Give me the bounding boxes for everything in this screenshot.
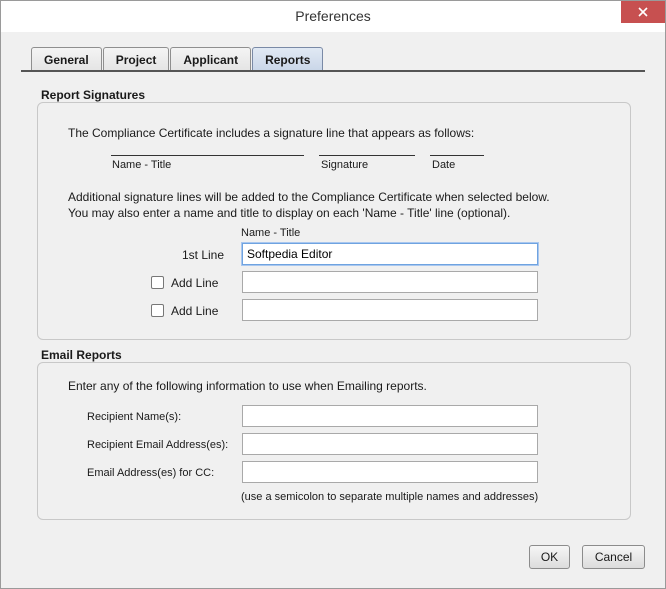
additional-lines-text-2: You may also enter a name and title to d… [68,206,511,220]
title-bar: Preferences [1,1,665,32]
tab-strip: General Project Applicant Reports [31,47,324,71]
preferences-window: Preferences General Project Applicant Re… [0,0,666,589]
tab-project[interactable]: Project [102,47,170,71]
add-line-2-input[interactable] [242,299,538,321]
ok-button[interactable]: OK [529,545,570,569]
sample-signature-label: Signature [321,159,369,171]
email-reports-heading: Email Reports [41,348,122,362]
recipient-names-label: Recipient Name(s): [87,411,182,423]
cancel-button[interactable]: Cancel [582,545,645,569]
tab-general[interactable]: General [31,47,102,71]
sample-name-title-line [111,155,304,156]
sample-signature-line [319,155,415,156]
signature-intro-text: The Compliance Certificate includes a si… [68,126,475,140]
report-signatures-heading: Report Signatures [41,88,146,102]
add-line-1-checkbox[interactable] [151,276,164,289]
recipient-emails-label: Recipient Email Address(es): [87,439,229,451]
name-title-column-header: Name - Title [241,227,301,239]
tab-applicant[interactable]: Applicant [170,47,252,71]
recipient-names-input[interactable] [242,405,538,427]
first-line-label: 1st Line [182,248,225,262]
add-line-2-label: Add Line [171,304,219,318]
tab-reports[interactable]: Reports [252,47,324,71]
close-icon [638,7,648,17]
close-button[interactable] [621,1,665,23]
recipient-emails-input[interactable] [242,433,538,455]
add-line-1-input[interactable] [242,271,538,293]
first-line-input[interactable] [242,243,538,265]
add-line-2-checkbox[interactable] [151,304,164,317]
sample-date-label: Date [432,159,456,171]
additional-lines-text-1: Additional signature lines will be added… [68,190,550,204]
add-line-1-label: Add Line [171,276,219,290]
email-intro-text: Enter any of the following information t… [68,379,427,393]
window-title: Preferences [295,8,371,24]
cc-emails-input[interactable] [242,461,538,483]
email-hint-text: (use a semicolon to separate multiple na… [241,491,539,503]
cc-emails-label: Email Address(es) for CC: [87,467,215,479]
tab-underline [21,70,645,72]
sample-date-line [430,155,484,156]
sample-name-title-label: Name - Title [112,159,172,171]
